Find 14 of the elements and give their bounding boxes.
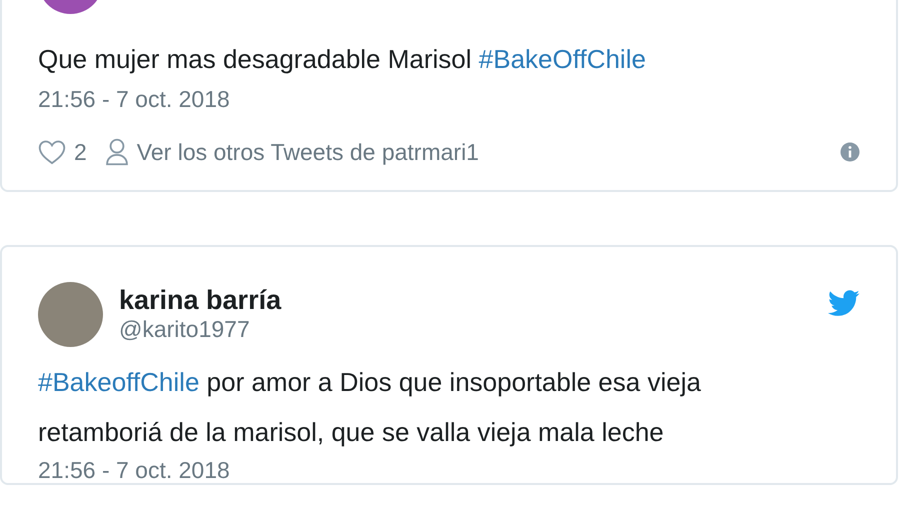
tweet-date[interactable]: 21:56 - 7 oct. 2018 <box>38 457 860 483</box>
like-count: 2 <box>74 138 87 167</box>
profile-link[interactable]: Ver los otros Tweets de patrmari1 <box>136 137 479 167</box>
user-name[interactable]: karina barría <box>119 286 812 316</box>
heart-icon[interactable] <box>38 139 66 165</box>
tweet-date[interactable]: 21:56 - 7 oct. 2018 <box>38 84 860 114</box>
tweet-text: Que mujer mas desagradable Marisol #BakeOffChile <box>38 43 647 76</box>
hashtag-link[interactable]: #BakeoffChile <box>38 367 200 397</box>
hashtag-link[interactable]: #BakeOffChile <box>478 44 646 74</box>
user-handle[interactable]: @karito1977 <box>119 316 812 344</box>
person-icon <box>104 138 129 166</box>
tweet-text: #BakeoffChile por amor a Dios que insoportable esa vieja retamboriá de la marisol, que se valla vieja mala leche <box>38 366 702 449</box>
info-icon[interactable] <box>840 142 860 162</box>
bird-icon[interactable] <box>828 290 860 317</box>
